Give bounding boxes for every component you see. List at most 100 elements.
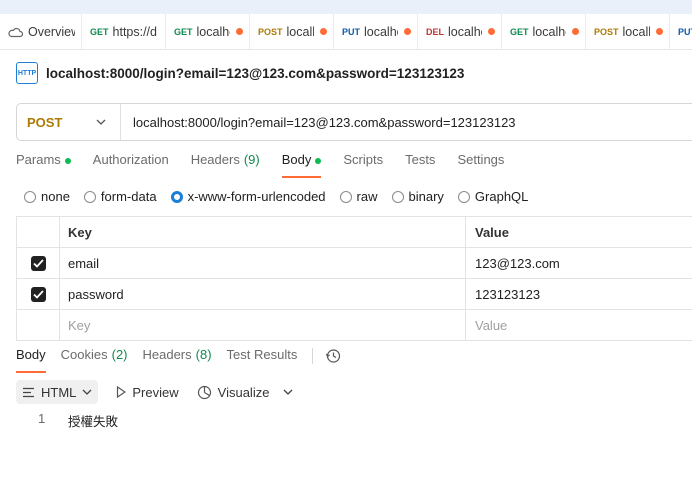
tab-label: Headers bbox=[190, 152, 240, 167]
tab-request-7[interactable]: POST localhc bbox=[586, 14, 670, 49]
tab-label: Scripts bbox=[343, 152, 384, 167]
tab-label: Params bbox=[16, 152, 61, 167]
body-type-raw[interactable]: raw bbox=[339, 189, 378, 204]
method-select[interactable]: POST bbox=[17, 104, 121, 140]
overview-icon bbox=[8, 26, 23, 38]
play-icon bbox=[116, 386, 127, 398]
checkbox-checked-icon[interactable] bbox=[30, 286, 46, 302]
tab-headers[interactable]: Headers (9) bbox=[191, 152, 260, 178]
tab-settings[interactable]: Settings bbox=[457, 152, 504, 178]
divider bbox=[312, 348, 314, 364]
response-tab-cookies[interactable]: Cookies (2) bbox=[61, 347, 128, 373]
unsaved-dot-icon bbox=[320, 28, 327, 35]
body-type-binary[interactable]: binary bbox=[391, 189, 444, 204]
tab-params[interactable]: Params bbox=[16, 152, 71, 178]
tab-count: (2) bbox=[111, 347, 128, 362]
tab-request-1[interactable]: GET https://d bbox=[82, 14, 166, 49]
tab-request-2[interactable]: GET localhos bbox=[166, 14, 250, 49]
active-dot-icon bbox=[64, 158, 71, 164]
tab-bar: Overview GET https://d GET localhos POST… bbox=[0, 14, 692, 50]
row-checkbox-cell bbox=[16, 248, 60, 278]
tab-label: Body bbox=[281, 152, 312, 167]
format-select[interactable]: HTML bbox=[16, 380, 99, 404]
tab-count: (9) bbox=[243, 152, 260, 167]
tab-method: DEL bbox=[426, 26, 444, 37]
tab-body[interactable]: Body bbox=[281, 152, 322, 178]
response-tabs: Body Cookies (2) Headers (8) Test Result… bbox=[16, 347, 341, 373]
response-tab-body[interactable]: Body bbox=[16, 347, 46, 373]
tab-request-8[interactable]: PUT bbox=[670, 14, 692, 49]
table-header-row: Key Value bbox=[16, 217, 692, 248]
tab-label: localhos bbox=[364, 24, 398, 39]
url-input[interactable]: localhost:8000/login?email=123@123.com&p… bbox=[121, 115, 516, 130]
tab-label: Body bbox=[16, 347, 46, 362]
request-name[interactable]: localhost:8000/login?email=123@123.com&p… bbox=[46, 66, 464, 81]
radio-icon bbox=[457, 190, 470, 203]
history-icon[interactable] bbox=[325, 348, 341, 364]
chevron-down-icon[interactable] bbox=[283, 389, 293, 395]
lines-icon bbox=[22, 387, 35, 398]
checkbox-checked-icon[interactable] bbox=[30, 255, 46, 271]
row-checkbox-cell bbox=[16, 310, 60, 340]
tab-label: localhos bbox=[196, 24, 230, 39]
request-tabs: Params Authorization Headers (9) Body Sc… bbox=[16, 152, 526, 178]
value-cell[interactable]: 123123123 bbox=[466, 279, 692, 309]
http-icon: HTTP bbox=[16, 62, 38, 84]
tab-label: Settings bbox=[457, 152, 505, 167]
body-type-label: form-data bbox=[100, 189, 157, 204]
tab-method: PUT bbox=[678, 26, 692, 37]
body-type-label: none bbox=[41, 189, 70, 204]
new-key-input[interactable]: Key bbox=[60, 310, 466, 340]
tab-overview[interactable]: Overview bbox=[0, 14, 82, 49]
body-type-label: GraphQL bbox=[474, 189, 529, 204]
tab-label: https://d bbox=[112, 24, 157, 39]
body-type-options: none form-data x-www-form-urlencoded raw… bbox=[24, 189, 542, 204]
tab-label: Test Results bbox=[226, 347, 298, 362]
body-type-label: binary bbox=[408, 189, 444, 204]
new-value-input[interactable]: Value bbox=[466, 310, 692, 340]
tab-method: POST bbox=[594, 26, 619, 37]
tab-count: (8) bbox=[195, 347, 212, 362]
response-tab-headers[interactable]: Headers (8) bbox=[143, 347, 212, 373]
body-type-graphql[interactable]: GraphQL bbox=[457, 189, 529, 204]
tab-label: localhc bbox=[622, 24, 650, 39]
unsaved-dot-icon bbox=[404, 28, 411, 35]
tab-authorization[interactable]: Authorization bbox=[93, 152, 169, 178]
response-tab-test-results[interactable]: Test Results bbox=[227, 347, 298, 373]
tab-request-3[interactable]: POST localhc bbox=[250, 14, 334, 49]
table-row: email 123@123.com bbox=[16, 248, 692, 279]
format-label: HTML bbox=[41, 384, 77, 400]
key-header: Key bbox=[60, 217, 466, 247]
value-cell[interactable]: 123@123.com bbox=[466, 248, 692, 278]
body-type-none[interactable]: none bbox=[24, 189, 70, 204]
tab-request-5[interactable]: DEL localhos bbox=[418, 14, 502, 49]
tab-scripts[interactable]: Scripts bbox=[343, 152, 383, 178]
key-cell[interactable]: email bbox=[60, 248, 466, 278]
response-body-text: 授權失敗 bbox=[68, 414, 119, 429]
body-type-urlencoded[interactable]: x-www-form-urlencoded bbox=[170, 189, 326, 204]
active-dot-icon bbox=[315, 158, 322, 164]
unsaved-dot-icon bbox=[488, 28, 495, 35]
radio-icon bbox=[339, 190, 352, 203]
radio-icon bbox=[391, 190, 404, 203]
key-cell[interactable]: password bbox=[60, 279, 466, 309]
tab-label: Headers bbox=[142, 347, 192, 362]
tab-request-4[interactable]: PUT localhos bbox=[334, 14, 418, 49]
tab-label: localhos bbox=[448, 24, 482, 39]
visualize-button[interactable]: Visualize bbox=[197, 385, 269, 400]
body-type-label: raw bbox=[356, 189, 378, 204]
unsaved-dot-icon bbox=[656, 28, 663, 35]
value-header: Value bbox=[475, 224, 509, 240]
preview-button[interactable]: Preview bbox=[116, 385, 179, 400]
tab-label: Cookies bbox=[60, 347, 108, 362]
window-top-band bbox=[0, 0, 692, 14]
tab-label: Overview bbox=[28, 24, 75, 39]
tab-method: GET bbox=[510, 26, 529, 37]
radio-icon bbox=[24, 190, 36, 203]
tab-request-6[interactable]: GET localhos bbox=[502, 14, 586, 49]
tab-tests[interactable]: Tests bbox=[405, 152, 435, 178]
chevron-down-icon bbox=[96, 119, 106, 125]
tab-label: localhc bbox=[286, 24, 314, 39]
unsaved-dot-icon bbox=[236, 28, 243, 35]
body-type-form-data[interactable]: form-data bbox=[83, 189, 157, 204]
